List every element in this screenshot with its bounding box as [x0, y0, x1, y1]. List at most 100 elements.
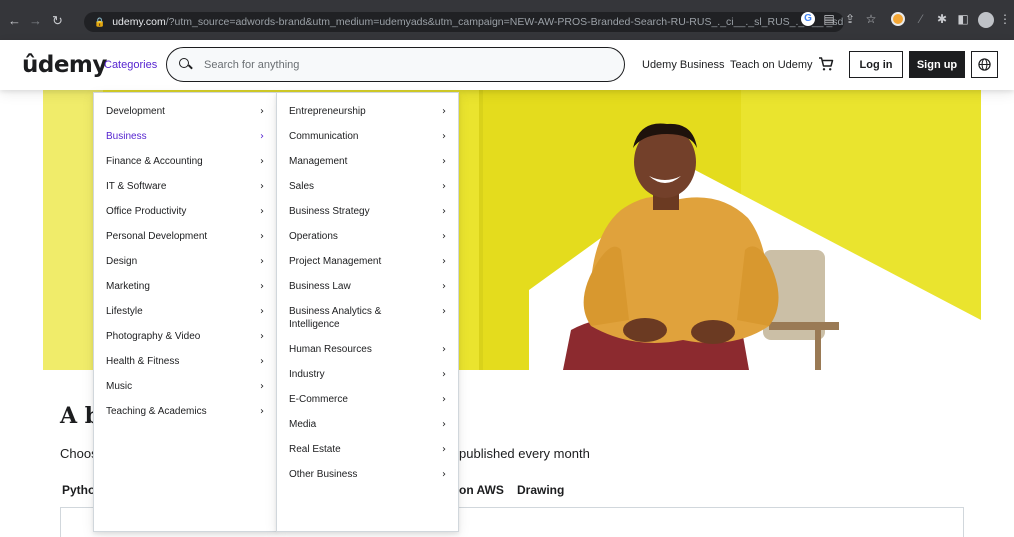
menu-item-business-strategy[interactable]: Business Strategy › [289, 205, 446, 218]
menu-item-lifestyle[interactable]: Lifestyle › [106, 305, 264, 318]
udemy-logo[interactable]: ûdemy [22, 52, 107, 78]
chevron-right-icon: › [260, 356, 264, 367]
menu-item-design[interactable]: Design › [106, 255, 264, 268]
browser-toolbar: ← → ↻ 🔒 udemy.com /?utm_source=adwords-b… [0, 0, 1014, 40]
menu-item-human-resources[interactable]: Human Resources › [289, 343, 446, 356]
categories-menu: Development › Business › Finance & Accountin… [93, 92, 277, 532]
menu-item-label: Sales [289, 181, 315, 192]
chevron-right-icon: › [442, 306, 446, 317]
language-button[interactable] [971, 51, 998, 78]
menu-item-label: Office Productivity [106, 206, 187, 217]
section-subtext: Choos [60, 446, 98, 461]
chevron-right-icon: › [442, 344, 446, 355]
address-bar[interactable]: 🔒 udemy.com /?utm_source=adwords-brand&u… [84, 12, 844, 32]
menu-item-real-estate[interactable]: Real Estate › [289, 443, 446, 456]
menu-item-personal-development[interactable]: Personal Development › [106, 230, 264, 243]
menu-item-label: Health & Fitness [106, 356, 180, 367]
categories-link[interactable]: Categories [104, 59, 157, 71]
menu-item-business[interactable]: Business › [106, 130, 264, 143]
tab-python[interactable]: Pytho [62, 483, 95, 497]
chevron-right-icon: › [260, 281, 264, 292]
tab-drawing[interactable]: Drawing [517, 483, 564, 497]
chevron-right-icon: › [442, 369, 446, 380]
menu-item-media[interactable]: Media › [289, 418, 446, 431]
menu-item-label: Design [106, 256, 138, 267]
url-path: /?utm_source=adwords-brand&utm_medium=ud… [165, 16, 844, 28]
menu-item-communication[interactable]: Communication › [289, 130, 446, 143]
menu-item-office-productivity[interactable]: Office Productivity › [106, 205, 264, 218]
menu-item-finance-and-accounting[interactable]: Finance & Accounting › [106, 155, 264, 168]
chevron-right-icon: › [442, 156, 446, 167]
chevron-right-icon: › [260, 306, 264, 317]
login-button[interactable]: Log in [849, 51, 903, 78]
menu-item-project-management[interactable]: Project Management › [289, 255, 446, 268]
menu-item-label: Media [289, 419, 317, 430]
menu-item-teaching-and-academics[interactable]: Teaching & Academics › [106, 405, 264, 418]
extensions-puzzle-icon[interactable]: ✱ [935, 12, 949, 26]
chevron-right-icon: › [442, 394, 446, 405]
forward-arrow-icon[interactable]: → [29, 14, 42, 27]
menu-item-it-and-software[interactable]: IT & Software › [106, 180, 264, 193]
chevron-right-icon: › [260, 231, 264, 242]
menu-item-marketing[interactable]: Marketing › [106, 280, 264, 293]
extension-slash-icon[interactable]: ⁄ [914, 12, 928, 26]
menu-item-label: Real Estate [289, 444, 341, 455]
sidepanel-icon[interactable]: ◧ [956, 12, 970, 26]
menu-item-label: Music [106, 381, 133, 392]
chevron-right-icon: › [442, 419, 446, 430]
business-submenu: Entrepreneurship › Communication › Managemen… [276, 92, 459, 532]
chevron-right-icon: › [260, 406, 264, 417]
menu-item-operations[interactable]: Operations › [289, 230, 446, 243]
menu-item-business-law[interactable]: Business Law › [289, 280, 446, 293]
menu-item-label: Lifestyle [106, 306, 143, 317]
reload-icon[interactable]: ↻ [52, 14, 63, 27]
menu-item-label: Communication [289, 131, 359, 142]
chevron-right-icon: › [260, 156, 264, 167]
chevron-right-icon: › [260, 106, 264, 117]
bookmark-star-icon[interactable]: ☆ [864, 12, 878, 26]
cart-icon[interactable] [818, 56, 834, 72]
menu-item-label: Development [106, 106, 165, 117]
chevron-right-icon: › [442, 231, 446, 242]
menu-item-industry[interactable]: Industry › [289, 368, 446, 381]
menu-item-photography-and-video[interactable]: Photography & Video › [106, 330, 264, 343]
menu-item-management[interactable]: Management › [289, 155, 446, 168]
udemy-business-link[interactable]: Udemy Business [642, 59, 725, 71]
menu-item-label: Business Law [289, 281, 351, 292]
menu-item-e-commerce[interactable]: E-Commerce › [289, 393, 446, 406]
google-extension-icon[interactable]: G [801, 12, 815, 26]
chevron-right-icon: › [442, 281, 446, 292]
menu-item-label: Finance & Accounting [106, 156, 203, 167]
menu-item-label: Operations [289, 231, 338, 242]
menu-item-entrepreneurship[interactable]: Entrepreneurship › [289, 105, 446, 118]
menu-item-label: Personal Development [106, 231, 208, 242]
profile-avatar-icon[interactable] [978, 12, 994, 28]
teach-on-udemy-link[interactable]: Teach on Udemy [730, 59, 813, 71]
menu-item-business-analytics-and-intelligence[interactable]: Business Analytics & Intelligence › [289, 305, 446, 331]
section-subtext-tail: published every month [459, 446, 590, 461]
menu-item-label: Management [289, 156, 348, 167]
menu-item-label: Teaching & Academics [106, 406, 207, 417]
chevron-right-icon: › [260, 256, 264, 267]
menu-item-label: Human Resources [289, 344, 372, 355]
menu-item-sales[interactable]: Sales › [289, 180, 446, 193]
search-bar[interactable] [166, 47, 625, 82]
chevron-right-icon: › [442, 206, 446, 217]
menu-item-health-and-fitness[interactable]: Health & Fitness › [106, 355, 264, 368]
menu-item-other-business[interactable]: Other Business › [289, 468, 446, 481]
chevron-right-icon: › [260, 381, 264, 392]
tab-aws[interactable]: on AWS [459, 483, 504, 497]
translate-icon[interactable]: ▤ [822, 12, 836, 26]
signup-button[interactable]: Sign up [909, 51, 965, 78]
menu-item-label: Photography & Video [106, 331, 201, 342]
back-arrow-icon[interactable]: ← [8, 14, 21, 27]
menu-item-label: Business Strategy [289, 206, 370, 217]
search-icon[interactable] [179, 58, 192, 71]
menu-item-label: Entrepreneurship [289, 106, 366, 117]
share-icon[interactable]: ⇪ [843, 12, 857, 26]
extension-orange-icon[interactable] [891, 12, 905, 26]
browser-menu-icon[interactable]: ⋮ [998, 12, 1012, 26]
menu-item-music[interactable]: Music › [106, 380, 264, 393]
search-input[interactable] [204, 58, 604, 71]
menu-item-development[interactable]: Development › [106, 105, 264, 118]
